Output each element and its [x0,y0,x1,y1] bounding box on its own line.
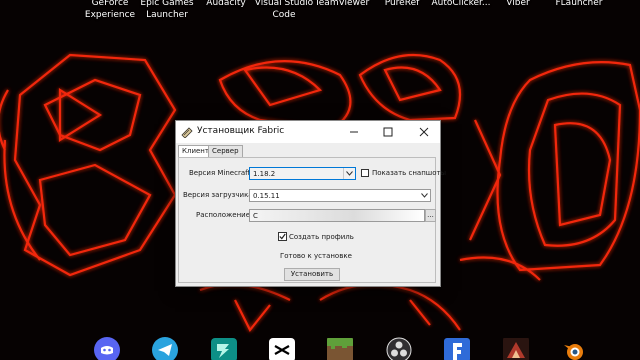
loader-version-label: Версия загрузчика: [183,191,255,199]
loader-version-value: 0.15.11 [253,192,280,200]
minecraft-version-label: Версия Minecraft: [189,169,253,177]
client-panel: Версия Minecraft: 1.18.2 Показать снапшо… [178,157,446,283]
minecraft-version-select[interactable]: 1.18.2 [249,167,356,180]
minimize-icon [350,131,358,133]
desktop-icon-audacity[interactable]: Audacity [203,0,249,9]
checkmark-icon [279,233,286,240]
minecraft-icon[interactable] [327,336,353,360]
status-text: Готово к установке [280,252,352,260]
maximize-button[interactable] [374,121,402,143]
desktop-icon-geforce-experience[interactable]: GeForce Experience [84,0,136,21]
desktop-icon-viber[interactable]: Viber [500,0,536,9]
game-icon[interactable] [503,336,529,360]
capcut-icon[interactable] [269,336,295,360]
create-profile-checkbox[interactable] [278,232,287,241]
create-profile-label: Создать профиль [289,233,354,241]
minecraft-version-value: 1.18.2 [253,170,276,178]
title-bar[interactable]: Установщик Fabric [176,121,440,143]
close-button[interactable] [410,121,438,143]
location-input[interactable]: C [249,209,425,222]
fabric-app-icon [181,127,193,138]
close-icon [419,127,429,137]
desktop-icon-teamviewer[interactable]: TeamViewer [314,0,370,9]
desktop-icon-labels: GeForce Experience Epic Games Launcher A… [0,0,640,24]
telegram-icon[interactable] [152,336,178,360]
desktop-icon-flauncher[interactable]: FLauncher [552,0,606,9]
desktop-icon-pureref[interactable]: PureRef [379,0,425,9]
desktop-icon-autoclicker[interactable]: AutoClicker... [430,0,492,9]
filmora-icon[interactable] [211,336,237,360]
location-label: Расположение: [196,211,253,219]
discord-icon[interactable] [94,336,120,360]
install-button[interactable]: Установить [284,268,340,281]
maximize-icon [383,127,393,137]
desktop-icon-epic-games-launcher[interactable]: Epic Games Launcher [140,0,194,21]
blender-icon[interactable] [561,336,587,360]
show-snapshots-label: Показать снапшоты [372,169,447,177]
tab-server[interactable]: Сервер [208,145,243,157]
dock [0,336,640,360]
chevron-down-icon [419,190,430,201]
location-value: C [253,212,258,220]
show-snapshots-checkbox[interactable] [361,169,369,177]
loader-version-select[interactable]: 0.15.11 [249,189,431,202]
browse-button[interactable]: ... [425,209,436,222]
window-title: Установщик Fabric [197,126,285,136]
desktop-icon-visual-studio-code[interactable]: Visual Studio Code [252,0,316,21]
minimize-button[interactable] [340,121,368,143]
obs-icon[interactable] [386,336,412,360]
chevron-down-icon [343,168,355,179]
fabric-installer-window: Установщик Fabric Клиент Сервер Версия M… [175,120,446,287]
fortnite-icon[interactable] [444,336,470,360]
